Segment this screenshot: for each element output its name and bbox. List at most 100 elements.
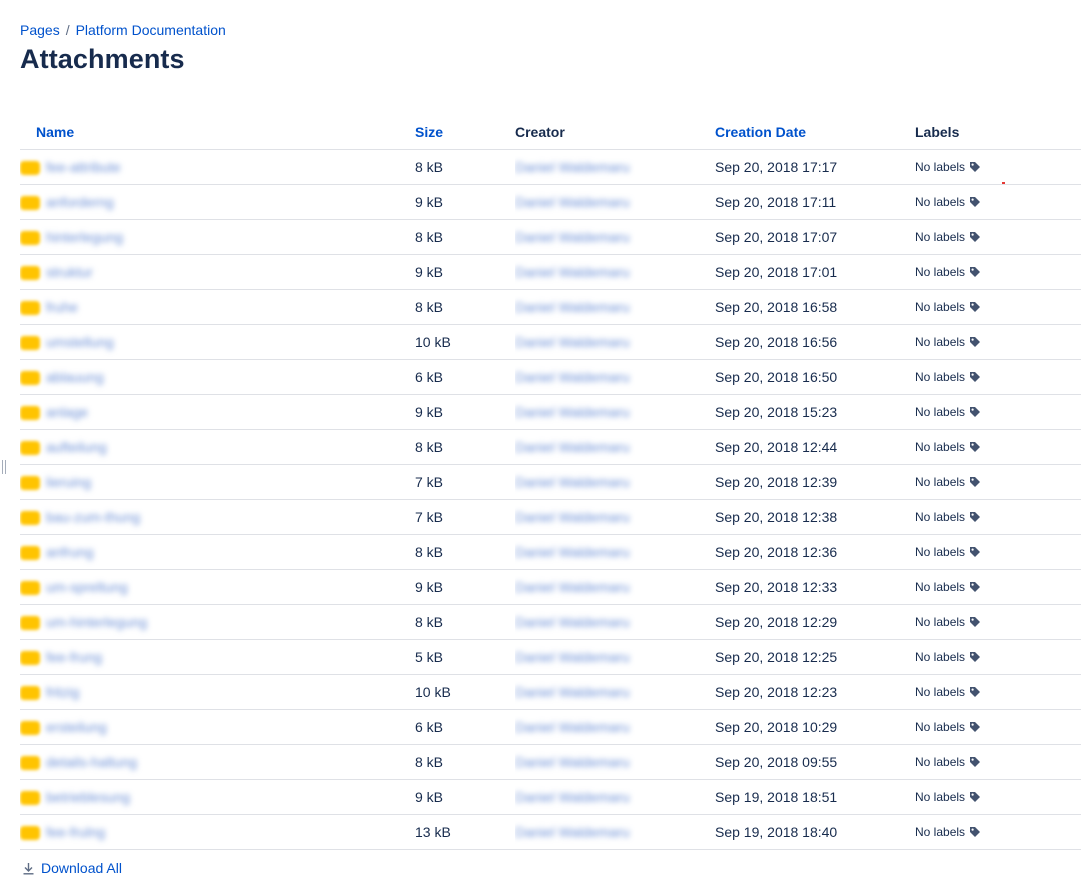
creator-link[interactable]: Daniel Waldemaru (515, 544, 630, 560)
creator-link[interactable]: Daniel Waldemaru (515, 439, 630, 455)
tag-icon[interactable] (969, 791, 981, 803)
column-header-creation-date[interactable]: Creation Date (715, 115, 915, 150)
file-name-cell: um-hinterlegung (20, 604, 415, 640)
file-name[interactable]: fee-attribute (46, 159, 121, 175)
file-name[interactable]: ersteilung (46, 719, 107, 735)
tag-icon[interactable] (969, 721, 981, 733)
file-link[interactable]: um-spreltung (20, 579, 415, 595)
file-name[interactable]: umstellung (46, 334, 114, 350)
tag-icon[interactable] (969, 511, 981, 523)
creator-link[interactable]: Daniel Waldemaru (515, 229, 630, 245)
tag-icon[interactable] (969, 581, 981, 593)
file-name[interactable]: aufteilung (46, 439, 107, 455)
tag-icon[interactable] (969, 196, 981, 208)
tag-icon[interactable] (969, 371, 981, 383)
file-link[interactable]: bau-zum-thung (20, 509, 415, 525)
creator-cell: Daniel Waldemaru (515, 289, 715, 325)
tag-icon[interactable] (969, 546, 981, 558)
file-name[interactable]: ablauung (46, 369, 104, 385)
file-link[interactable]: fee-attribute (20, 159, 415, 175)
creator-link[interactable]: Daniel Waldemaru (515, 194, 630, 210)
file-name[interactable]: fee-frulng (46, 824, 105, 840)
creator-link[interactable]: Daniel Waldemaru (515, 649, 630, 665)
creator-link[interactable]: Daniel Waldemaru (515, 404, 630, 420)
file-name[interactable]: fritzig (46, 684, 79, 700)
tag-icon[interactable] (969, 826, 981, 838)
file-link[interactable]: anforderng (20, 194, 415, 210)
file-link[interactable]: fruhe (20, 299, 415, 315)
sidebar-handle-line (5, 460, 6, 474)
creator-link[interactable]: Daniel Waldemaru (515, 299, 630, 315)
file-link[interactable]: ersteilung (20, 719, 415, 735)
file-name[interactable]: lieruing (46, 474, 91, 490)
column-header-size[interactable]: Size (415, 115, 515, 150)
file-link[interactable]: aufteilung (20, 439, 415, 455)
creator-link[interactable]: Daniel Waldemaru (515, 754, 630, 770)
breadcrumb-platform-documentation[interactable]: Platform Documentation (76, 22, 226, 38)
tag-icon[interactable] (969, 441, 981, 453)
file-link[interactable]: details-haltung (20, 754, 415, 770)
file-link[interactable]: fee-frung (20, 649, 415, 665)
creation-date: Sep 20, 2018 12:25 (715, 639, 915, 675)
creator-link[interactable]: Daniel Waldemaru (515, 474, 630, 490)
file-name[interactable]: fruhe (46, 299, 78, 315)
file-size: 7 kB (415, 464, 515, 500)
creator-link[interactable]: Daniel Waldemaru (515, 614, 630, 630)
file-size: 5 kB (415, 639, 515, 675)
tag-icon[interactable] (969, 336, 981, 348)
column-header-name[interactable]: Name (20, 115, 415, 150)
creator-link[interactable]: Daniel Waldemaru (515, 509, 630, 525)
tag-icon[interactable] (969, 266, 981, 278)
file-link[interactable]: betrieblesung (20, 789, 415, 805)
file-name[interactable]: betrieblesung (46, 789, 130, 805)
sidebar-resize-handle[interactable] (2, 460, 8, 474)
file-link[interactable]: anlage (20, 404, 415, 420)
creator-link[interactable]: Daniel Waldemaru (515, 264, 630, 280)
file-name-cell: ersteilung (20, 709, 415, 745)
file-link[interactable]: hinterlegung (20, 229, 415, 245)
file-link[interactable]: anfrung (20, 544, 415, 560)
creator-link[interactable]: Daniel Waldemaru (515, 369, 630, 385)
file-name[interactable]: anlage (46, 404, 88, 420)
creator-link[interactable]: Daniel Waldemaru (515, 159, 630, 175)
download-all-button[interactable]: Download All (22, 860, 122, 876)
file-name[interactable]: details-haltung (46, 754, 137, 770)
file-name[interactable]: um-spreltung (46, 579, 128, 595)
file-name[interactable]: um-hinterlegung (46, 614, 147, 630)
creator-link[interactable]: Daniel Waldemaru (515, 684, 630, 700)
file-link[interactable]: fee-frulng (20, 824, 415, 840)
file-name[interactable]: anforderng (46, 194, 114, 210)
file-link[interactable]: ablauung (20, 369, 415, 385)
file-name[interactable]: fee-frung (46, 649, 102, 665)
creator-link[interactable]: Daniel Waldemaru (515, 579, 630, 595)
tag-icon[interactable] (969, 301, 981, 313)
file-link[interactable]: lieruing (20, 474, 415, 490)
tag-icon[interactable] (969, 686, 981, 698)
file-name[interactable]: hinterlegung (46, 229, 123, 245)
creator-link[interactable]: Daniel Waldemaru (515, 334, 630, 350)
creator-link[interactable]: Daniel Waldemaru (515, 824, 630, 840)
tag-icon[interactable] (969, 616, 981, 628)
labels-cell: No labels (915, 394, 1081, 430)
file-icon (20, 579, 40, 595)
file-name-cell: fee-frung (20, 639, 415, 675)
file-link[interactable]: umstellung (20, 334, 415, 350)
tag-icon[interactable] (969, 756, 981, 768)
file-link[interactable]: um-hinterlegung (20, 614, 415, 630)
creator-link[interactable]: Daniel Waldemaru (515, 719, 630, 735)
tag-icon[interactable] (969, 161, 981, 173)
tag-icon[interactable] (969, 406, 981, 418)
tag-icon[interactable] (969, 476, 981, 488)
file-name[interactable]: struktur (46, 264, 93, 280)
tag-icon[interactable] (969, 651, 981, 663)
creator-link[interactable]: Daniel Waldemaru (515, 789, 630, 805)
file-name[interactable]: bau-zum-thung (46, 509, 140, 525)
file-link[interactable]: fritzig (20, 684, 415, 700)
file-name[interactable]: anfrung (46, 544, 93, 560)
tag-icon[interactable] (969, 231, 981, 243)
labels-cell: No labels (915, 779, 1081, 815)
creation-date: Sep 20, 2018 17:17 (715, 149, 915, 185)
breadcrumb-pages[interactable]: Pages (20, 22, 60, 38)
file-link[interactable]: struktur (20, 264, 415, 280)
labels-cell: No labels (915, 744, 1081, 780)
